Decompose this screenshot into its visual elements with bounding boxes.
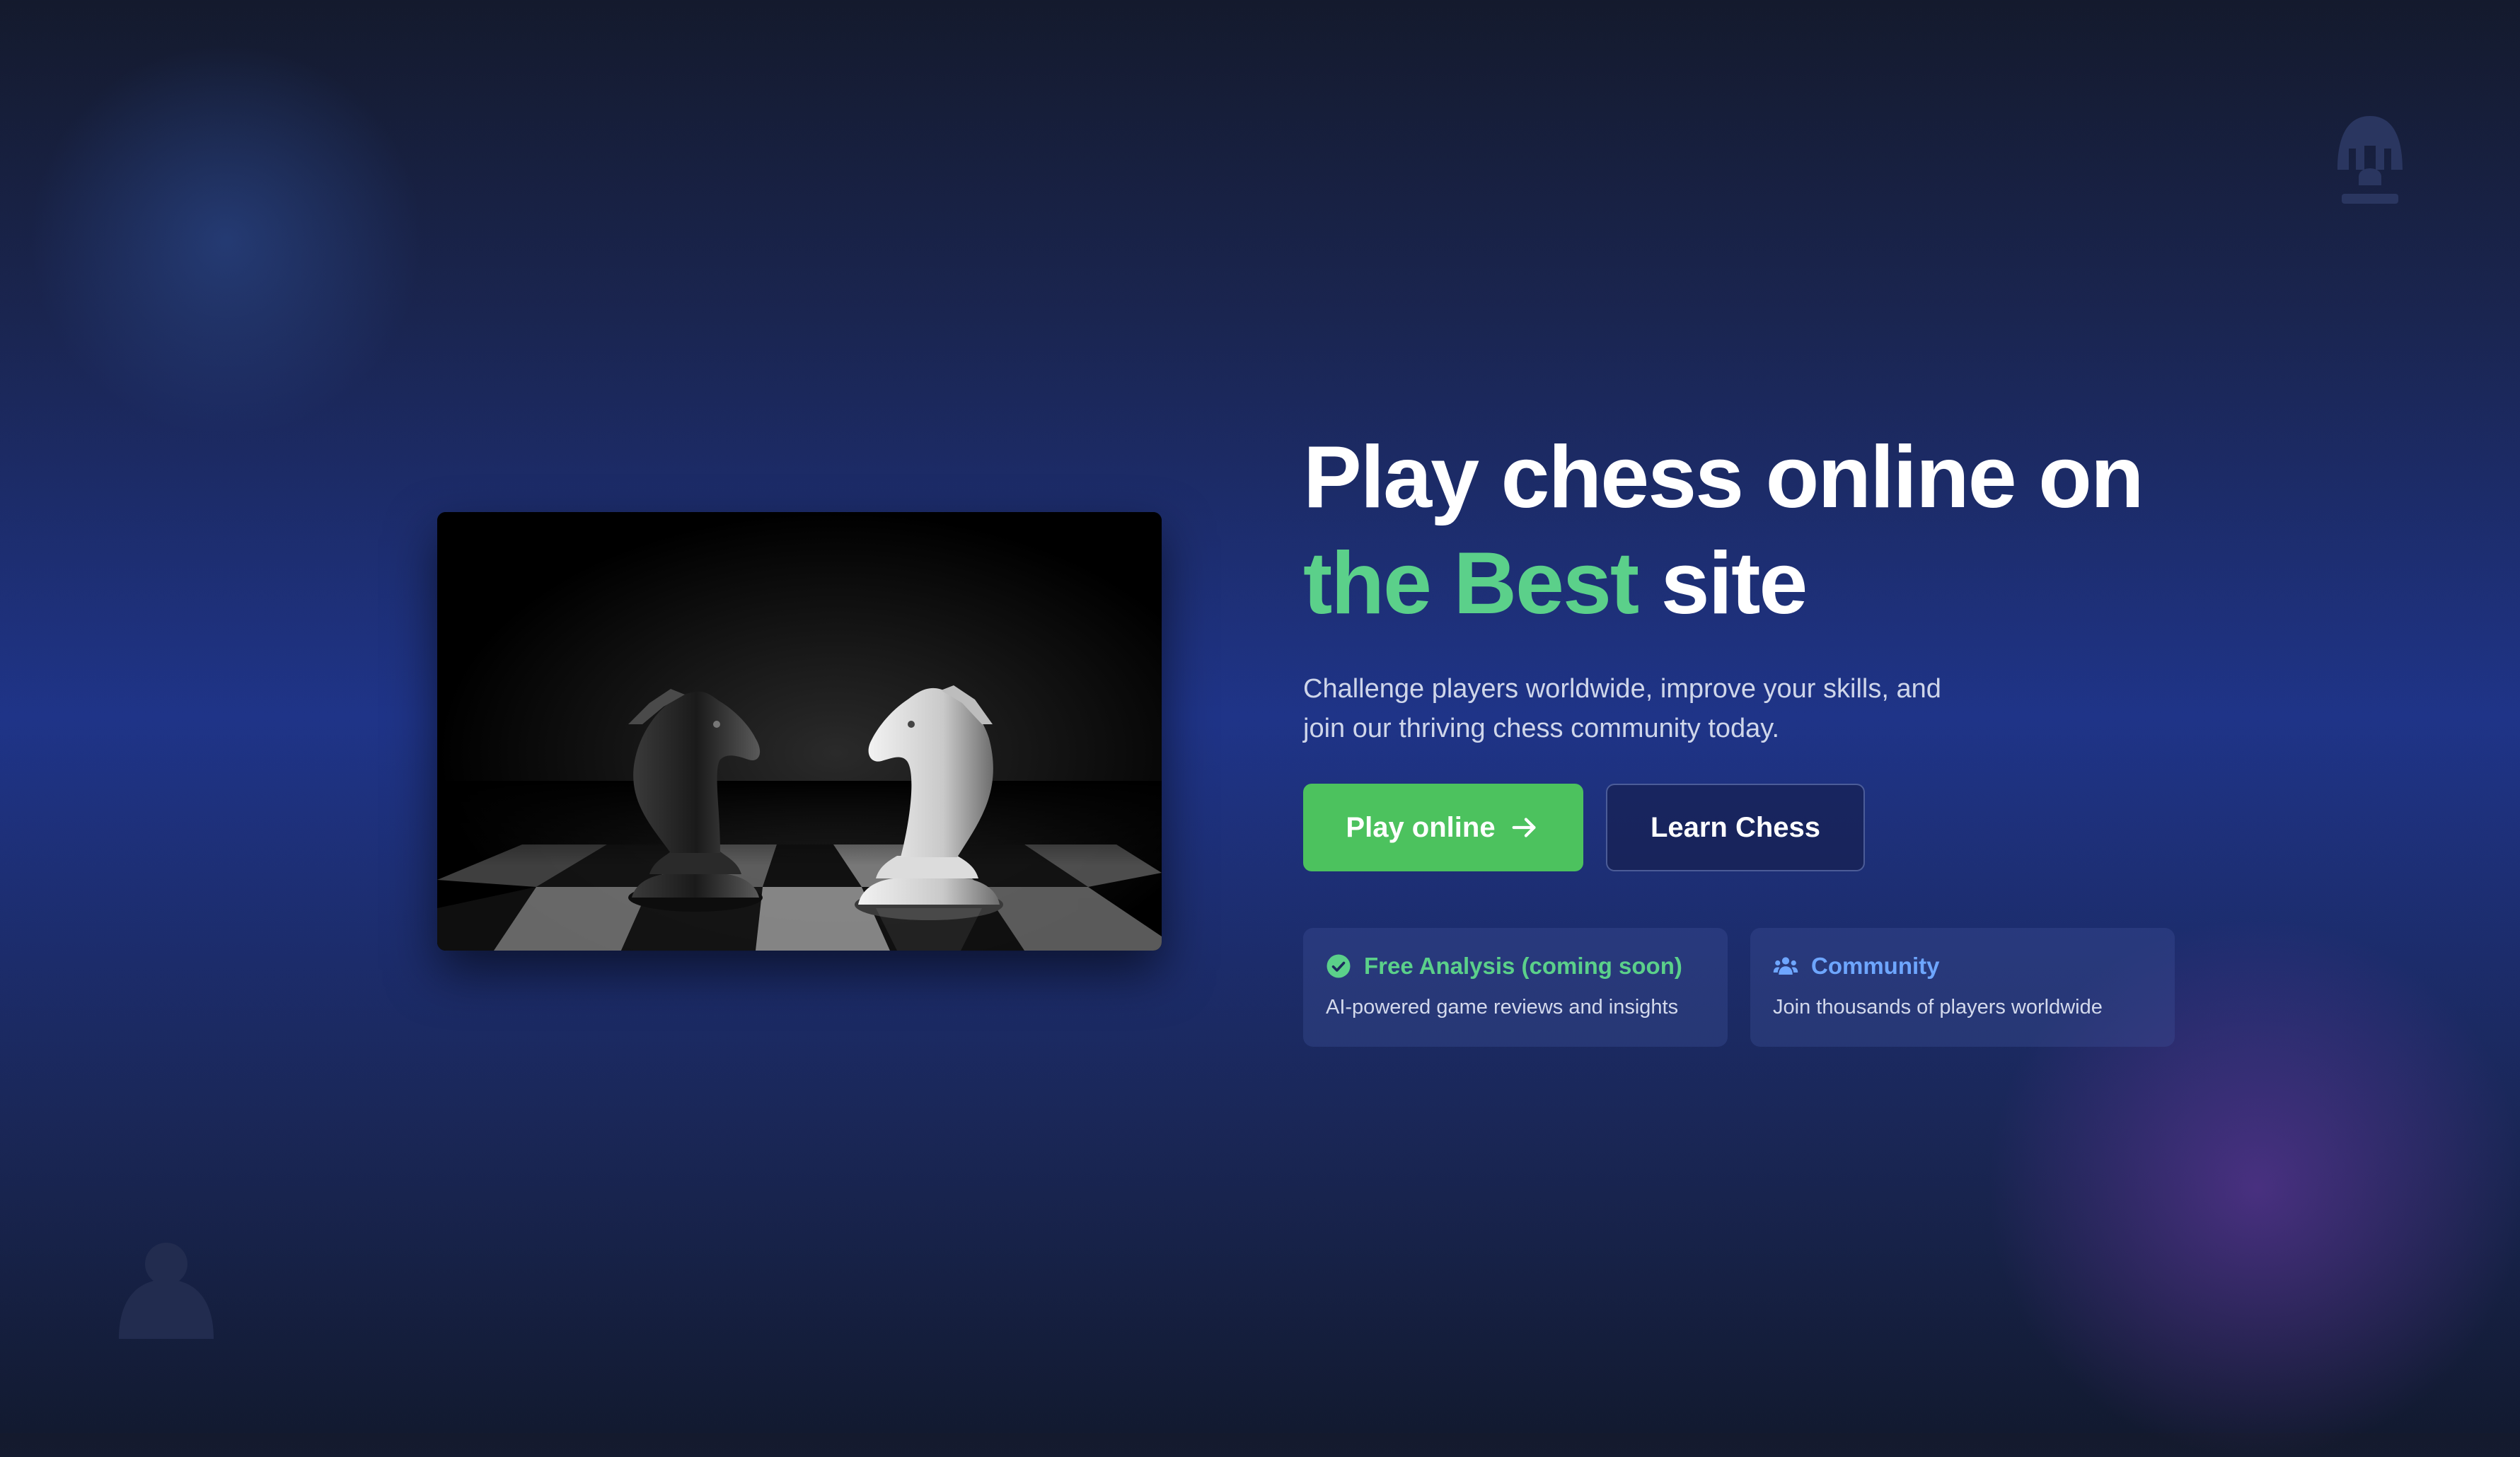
feature-title-row: Community	[1773, 952, 2152, 980]
cta-buttons: Play online Learn Chess	[1303, 784, 2223, 871]
arrow-right-icon	[1512, 818, 1536, 837]
play-online-button[interactable]: Play online	[1303, 784, 1583, 871]
play-online-label: Play online	[1346, 811, 1496, 843]
hero-chess-image	[437, 512, 1162, 951]
check-circle-icon	[1327, 954, 1351, 978]
feature-title-row: Free Analysis (coming soon)	[1326, 952, 1705, 980]
headline-line1: Play chess online on	[1303, 429, 2144, 526]
hero-headline: Play chess online on the Best site	[1303, 424, 2223, 637]
headline-accent: the Best	[1303, 535, 1639, 632]
learn-chess-button[interactable]: Learn Chess	[1606, 784, 1865, 871]
feature-cards: Free Analysis (coming soon) AI-powered g…	[1303, 928, 2223, 1047]
feature-description: AI-powered game reviews and insights	[1326, 996, 1679, 1018]
feature-card-community: Community Join thousands of players worl…	[1750, 928, 2175, 1047]
hero-subtitle: Challenge players worldwide, improve you…	[1303, 674, 1941, 743]
feature-description: Join thousands of players worldwide	[1773, 996, 2103, 1018]
rook-icon	[2337, 116, 2403, 204]
hero-section: Play chess online on the Best site Chall…	[1303, 424, 2223, 1047]
background-glow-blue	[28, 42, 424, 439]
learn-chess-label: Learn Chess	[1650, 811, 1821, 843]
users-icon	[1773, 957, 1798, 975]
pawn-icon	[119, 1243, 214, 1339]
feature-card-analysis: Free Analysis (coming soon) AI-powered g…	[1303, 928, 1728, 1047]
feature-title: Community	[1811, 953, 1940, 979]
headline-rest: site	[1660, 535, 1808, 632]
feature-title: Free Analysis (coming soon)	[1364, 953, 1682, 979]
